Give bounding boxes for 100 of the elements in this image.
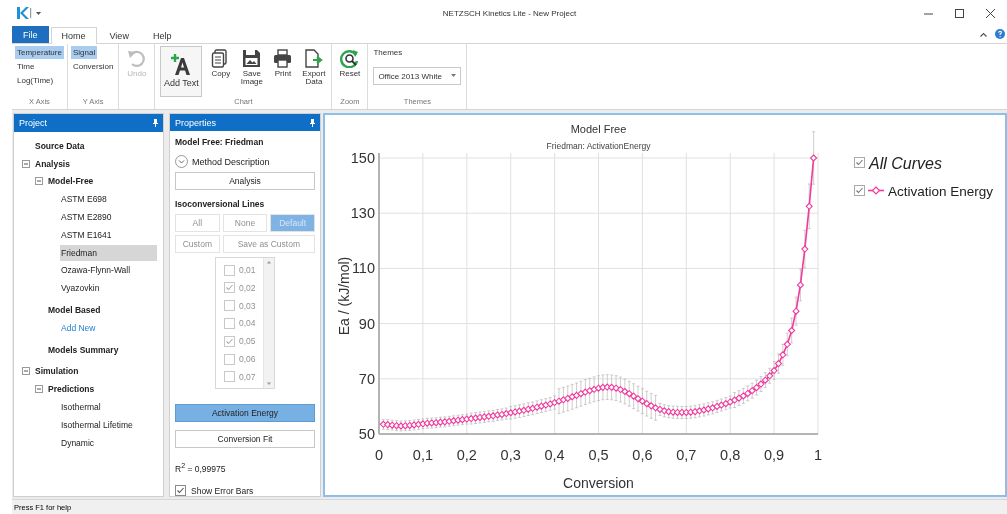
data-point (787, 326, 796, 335)
checkbox[interactable] (854, 157, 865, 168)
panel-title: Properties (175, 117, 217, 128)
result-button[interactable]: Activation Energy (175, 404, 315, 423)
dropdown-caret-icon[interactable] (36, 10, 41, 16)
pin-icon[interactable] (153, 119, 158, 127)
ribbon-button[interactable]: Add Text (160, 46, 203, 97)
data-point (752, 383, 761, 392)
reset-zoom-icon (340, 49, 360, 68)
ribbon-button[interactable]: Reset (335, 46, 365, 97)
axis-option[interactable]: Time (15, 60, 37, 73)
chart-subtitle: Friedman: ActivationEnergy (546, 141, 651, 151)
window-title: NETZSCH Kinetics Lite - New Project (442, 9, 577, 18)
legend-marker-icon (867, 186, 885, 195)
data-point (682, 408, 691, 417)
chevron-up-icon[interactable] (980, 31, 987, 37)
tick-label: 0,1 (412, 447, 433, 463)
axis-option[interactable]: Temperature (15, 46, 64, 59)
data-point (801, 245, 809, 253)
tick-label: 0,6 (632, 447, 653, 463)
list-item-label: 0,01 (239, 265, 256, 276)
list-item-label: 0,02 (239, 282, 256, 293)
pin-icon[interactable] (310, 118, 315, 127)
tree-item[interactable]: Isothermal Lifetime (60, 416, 137, 433)
data-point (792, 307, 800, 315)
tick-label: 0,7 (676, 447, 697, 463)
tree-item[interactable]: Analysis (34, 155, 74, 172)
tree-item[interactable]: Predictions (47, 381, 99, 398)
checkbox-label[interactable]: Show Error Bars (191, 485, 254, 496)
tick-label: 0 (374, 447, 384, 463)
analysis-button[interactable]: Analysis (175, 172, 315, 191)
tick-label: 0,9 (764, 447, 785, 463)
close-icon[interactable] (986, 8, 995, 18)
checkbox[interactable] (854, 185, 865, 196)
tree-item[interactable]: Ozawa-Flynn-Wall (60, 262, 135, 279)
list-item-label: 0,03 (239, 300, 256, 311)
help-icon[interactable] (995, 29, 1005, 39)
ribbon-button[interactable]: Copy (206, 46, 236, 97)
data-point (783, 340, 792, 349)
collapse-icon[interactable] (21, 367, 31, 376)
scrollbar[interactable] (263, 258, 274, 389)
group-caption: Themes (372, 47, 404, 59)
tree-item[interactable]: ASTM E1641 (60, 226, 116, 243)
ribbon-button[interactable]: Export Data (299, 46, 329, 97)
tree-item[interactable]: Isothermal (60, 399, 105, 416)
collapse-icon[interactable] (34, 385, 44, 394)
expander-label[interactable]: Method Description (192, 156, 270, 167)
ribbon-tab[interactable]: Home (50, 27, 97, 44)
tick-label: 0,5 (588, 447, 609, 463)
tree-item[interactable]: Vyazovkin (60, 280, 104, 297)
data-point (405, 421, 414, 430)
data-point (809, 154, 818, 162)
maximize-icon[interactable] (955, 8, 964, 18)
file-menu-button[interactable]: File (12, 26, 49, 43)
axis-option[interactable]: Log(Time) (15, 74, 56, 87)
data-point (392, 421, 401, 430)
tick-label: 0,8 (720, 447, 741, 463)
tick-label: 130 (350, 205, 375, 222)
tick-label: 0,3 (500, 447, 521, 463)
axis-option[interactable]: Conversion (70, 60, 116, 73)
tick-label: 1 (813, 447, 823, 463)
export-icon (304, 49, 324, 68)
tick-label: 150 (350, 150, 375, 166)
checkbox[interactable] (175, 485, 186, 496)
data-point (414, 420, 423, 429)
tree-item[interactable]: Models Summary (47, 341, 123, 358)
tick-label: 90 (358, 315, 375, 332)
data-point (796, 281, 805, 289)
tree-item[interactable]: Model-Free (47, 173, 98, 190)
tree-item[interactable]: Model Based (47, 302, 105, 319)
axis-title: Ea / (kJ/mol) (336, 256, 352, 336)
add-new-link[interactable]: Add New (60, 319, 100, 336)
tree-item[interactable]: Source Data (34, 137, 89, 154)
ribbon-button[interactable]: Save Image (237, 46, 267, 97)
tree-item[interactable]: Dynamic (60, 434, 99, 451)
tick-label: 70 (358, 370, 375, 387)
collapse-icon[interactable] (21, 159, 31, 168)
data-point (805, 202, 813, 211)
theme-dropdown[interactable]: Office 2013 White (373, 67, 462, 85)
ribbon-tab[interactable]: View (98, 27, 140, 43)
collapse-icon[interactable] (34, 177, 44, 186)
legend-label[interactable]: All Curves (869, 155, 942, 172)
tree-item[interactable]: Friedman (60, 244, 157, 261)
tree-item[interactable]: ASTM E698 (60, 191, 111, 208)
tree-item[interactable]: ASTM E2890 (60, 209, 116, 226)
list-item-label: 0,06 (239, 354, 256, 365)
logo-icon (16, 6, 32, 20)
axis-option[interactable]: Signal (70, 46, 98, 59)
list-item-label: 0,07 (239, 371, 256, 382)
ribbon-tab[interactable]: Help (141, 27, 183, 43)
panel-title: Project (19, 118, 47, 128)
tree-item[interactable]: Simulation (34, 363, 83, 380)
axis-title: Conversion (563, 475, 634, 491)
data-point (664, 407, 673, 416)
undo-icon (127, 49, 147, 68)
chevron-circle-icon[interactable] (175, 155, 188, 169)
tick-label: 0,2 (456, 447, 477, 463)
ribbon-button[interactable]: Print (268, 46, 298, 97)
legend-label[interactable]: Activation Energy (888, 183, 994, 199)
result-button[interactable]: Conversion Fit (175, 430, 315, 449)
